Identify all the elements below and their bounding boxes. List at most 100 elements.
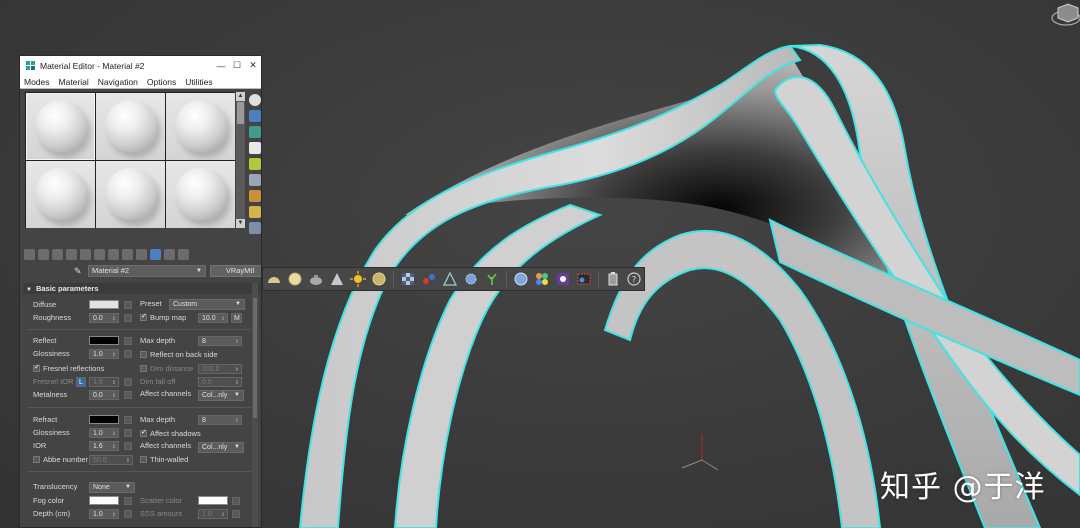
backlight-icon[interactable] (249, 110, 261, 122)
dim-distance-spinner[interactable]: 100.0 ⇕ (198, 364, 242, 374)
spinner-arrows-icon[interactable]: ⇕ (112, 429, 116, 439)
dim-fall-off-spinner[interactable]: 0.0 ⇕ (198, 377, 242, 387)
globe-icon[interactable] (512, 270, 530, 288)
title-bar[interactable]: Material Editor - Material #2 — ☐ ✕ (20, 56, 261, 75)
checkbox-box[interactable] (140, 456, 147, 463)
translucency-dropdown[interactable]: None ▼ (89, 482, 135, 493)
checkbox-box[interactable] (33, 456, 40, 463)
hemisphere-icon[interactable] (265, 270, 283, 288)
material-id-icon[interactable] (108, 248, 119, 260)
options-icon[interactable] (249, 190, 261, 202)
scatter-color-map-button[interactable] (232, 497, 240, 505)
ior-map-button[interactable] (124, 442, 132, 450)
refract-glossiness-spinner[interactable]: 1.0 ⇕ (89, 428, 119, 438)
render-frame-icon[interactable] (575, 270, 593, 288)
spinner-arrows-icon[interactable]: ⇕ (112, 314, 116, 324)
refract-map-button[interactable] (124, 416, 132, 424)
spinner-arrows-icon[interactable]: ⇕ (221, 314, 225, 324)
spinner-arrows-icon[interactable]: ⇕ (235, 378, 239, 388)
spinner-arrows-icon[interactable]: ⇕ (126, 456, 130, 466)
help-icon[interactable]: ? (625, 270, 643, 288)
sample-slot[interactable] (26, 161, 95, 228)
menu-navigation[interactable]: Navigation (98, 77, 138, 87)
scroll-down-icon[interactable]: ▼ (236, 219, 245, 228)
sample-slot[interactable] (166, 161, 235, 228)
cone-icon[interactable] (328, 270, 346, 288)
fresnel-ior-map-button[interactable] (124, 378, 132, 386)
make-unique-icon[interactable] (80, 248, 91, 260)
reflect-map-button[interactable] (124, 337, 132, 345)
menu-utilities[interactable]: Utilities (185, 77, 212, 87)
get-material-icon[interactable] (24, 248, 35, 260)
scale-icon[interactable] (441, 270, 459, 288)
roughness-map-button[interactable] (124, 314, 132, 322)
gear-sphere-icon[interactable] (462, 270, 480, 288)
diffuse-color-swatch[interactable] (89, 300, 119, 309)
eyedropper-icon[interactable]: ✎ (74, 266, 84, 276)
glossiness-spinner[interactable]: 1.0 ⇕ (89, 349, 119, 359)
checker-icon[interactable] (399, 270, 417, 288)
spinner-arrows-icon[interactable]: ⇕ (235, 365, 239, 375)
rollout-header[interactable]: ▼ Basic parameters (23, 283, 260, 294)
make-preview-icon[interactable] (249, 174, 261, 186)
put-to-library-icon[interactable] (94, 248, 105, 260)
minimize-icon[interactable]: — (213, 61, 229, 71)
sample-slot[interactable] (26, 93, 95, 160)
spinner-arrows-icon[interactable]: ⇕ (112, 510, 116, 520)
spinner-arrows-icon[interactable]: ⇕ (221, 510, 225, 520)
viewcube-icon[interactable] (1046, 0, 1080, 28)
diffuse-map-button[interactable] (124, 301, 132, 309)
sample-slot[interactable] (166, 93, 235, 160)
uv-tiling-icon[interactable] (249, 142, 261, 154)
thin-walled-checkbox[interactable]: Thin-walled (140, 455, 188, 464)
glossiness-map-button[interactable] (124, 350, 132, 358)
menu-material[interactable]: Material (59, 77, 89, 87)
sss-amount-map-button[interactable] (232, 510, 240, 518)
background-icon[interactable] (249, 126, 261, 138)
show-shaded-icon[interactable] (122, 248, 133, 260)
metalness-spinner[interactable]: 0.0 ⇕ (89, 390, 119, 400)
menu-options[interactable]: Options (147, 77, 176, 87)
sphere-gold-icon[interactable] (370, 270, 388, 288)
plant-icon[interactable] (483, 270, 501, 288)
scroll-thumb[interactable] (237, 102, 244, 124)
close-icon[interactable]: ✕ (245, 60, 261, 71)
collapse-icon[interactable]: ▼ (26, 287, 32, 293)
preset-dropdown[interactable]: Custom ▼ (169, 299, 245, 310)
sphere-light-icon[interactable] (286, 270, 304, 288)
spinner-arrows-icon[interactable]: ⇕ (235, 416, 239, 426)
assign-to-selection-icon[interactable] (52, 248, 63, 260)
reflect-max-depth-spinner[interactable]: 8 ⇕ (198, 336, 242, 346)
material-editor-icon[interactable] (554, 270, 572, 288)
spinner-arrows-icon[interactable]: ⇕ (112, 391, 116, 401)
spinner-arrows-icon[interactable]: ⇕ (112, 378, 116, 388)
battery-icon[interactable] (604, 270, 622, 288)
affect-shadows-checkbox[interactable]: Affect shadows (140, 428, 201, 438)
checkbox-box[interactable] (140, 365, 147, 372)
color-dots-icon[interactable] (533, 270, 551, 288)
abbe-number-checkbox[interactable]: Abbe number (33, 455, 88, 464)
go-to-parent-icon[interactable] (150, 248, 161, 260)
select-by-material-icon[interactable] (249, 206, 261, 218)
slots-scrollbar[interactable]: ▲ ▼ (236, 92, 245, 228)
fog-color-map-button[interactable] (124, 497, 132, 505)
video-color-check-icon[interactable] (249, 158, 261, 170)
affect-channels-reflect-dropdown[interactable]: Col...nly ▼ (198, 390, 244, 401)
ior-spinner[interactable]: 1.6 ⇕ (89, 441, 119, 451)
depth-map-button[interactable] (124, 510, 132, 518)
reflect-color-swatch[interactable] (89, 336, 119, 345)
affect-channels-refract-dropdown[interactable]: Col...nly ▼ (198, 442, 244, 453)
put-to-scene-icon[interactable] (38, 248, 49, 260)
refract-glossiness-map-button[interactable] (124, 429, 132, 437)
spinner-arrows-icon[interactable]: ⇕ (235, 337, 239, 347)
fog-color-swatch[interactable] (89, 496, 119, 505)
depth-spinner[interactable]: 1.0 ⇕ (89, 509, 119, 519)
dim-distance-checkbox[interactable]: Dim distance (140, 364, 193, 373)
rollout-scrollbar[interactable] (252, 283, 258, 527)
spinner-arrows-icon[interactable]: ⇕ (112, 350, 116, 360)
abbe-number-spinner[interactable]: 50.0 ⇕ (89, 455, 133, 465)
reflect-on-back-checkbox[interactable]: Reflect on back side (140, 350, 218, 359)
roughness-spinner[interactable]: 0.0 ⇕ (89, 313, 119, 323)
pick-material-icon[interactable] (178, 248, 189, 260)
checkbox-box[interactable] (140, 351, 147, 358)
